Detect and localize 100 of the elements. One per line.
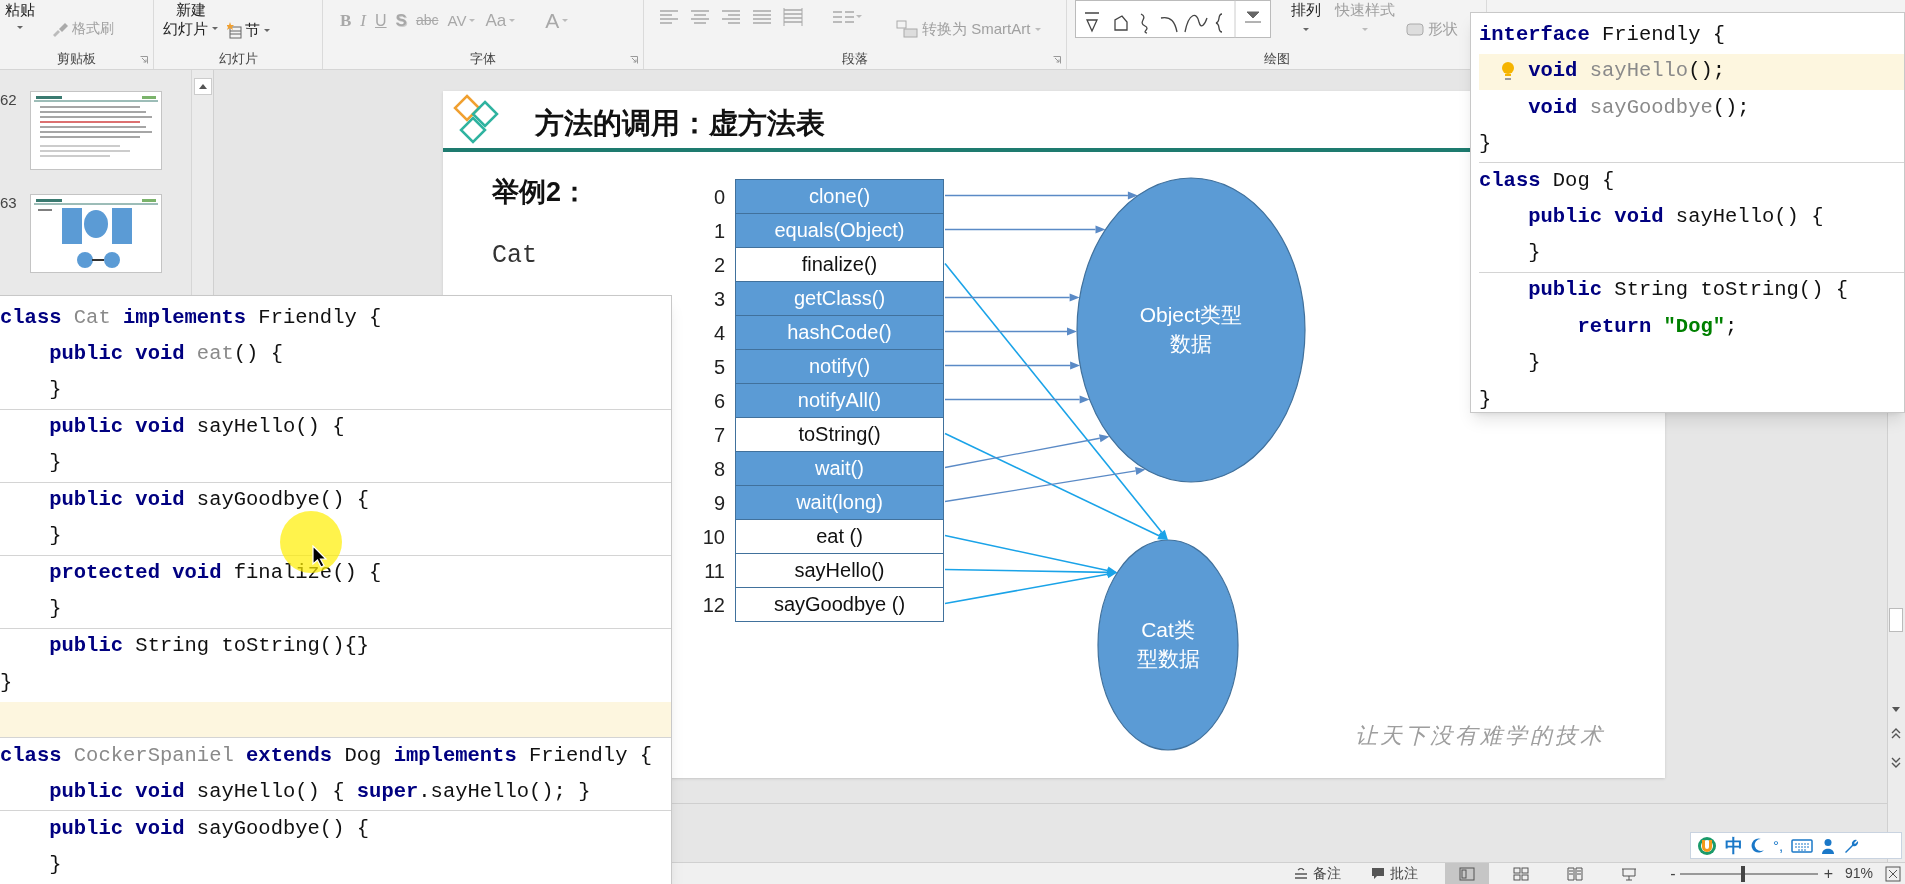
group-label: 字体	[470, 51, 496, 67]
section-button[interactable]: 节	[227, 19, 271, 42]
font-shadow-button[interactable]: S	[395, 8, 407, 34]
zoom-out-button[interactable]: -	[1670, 864, 1676, 883]
code-line: public void sayHello() {	[49, 414, 345, 441]
slideshow-view-icon[interactable]	[1621, 866, 1638, 881]
dialog-launcher-icon[interactable]	[630, 56, 638, 64]
previous-slide-button[interactable]	[1889, 726, 1903, 740]
row-index: 0	[712, 184, 725, 209]
group-label: 幻灯片	[218, 51, 258, 67]
code-line: protected void finalize() {	[49, 560, 382, 587]
row-index: 9	[712, 490, 725, 515]
row-index: 10	[701, 524, 725, 549]
row-index: 3	[712, 286, 725, 311]
font-italic-button[interactable]: I	[360, 8, 366, 34]
input-method-logo-icon[interactable]	[1697, 835, 1717, 856]
row-index: 11	[703, 558, 725, 583]
code-line: }	[1479, 130, 1492, 157]
sorter-view-icon[interactable]	[1513, 866, 1530, 881]
lightbulb-icon[interactable]	[1501, 60, 1515, 83]
new-slide-button[interactable]: 新建 幻灯片	[163, 0, 219, 38]
font-bold-button[interactable]: B	[340, 8, 352, 34]
code-line: void sayGoodbye();	[1528, 94, 1750, 121]
code-line: }	[49, 523, 62, 550]
font-strike-button[interactable]: abc	[415, 10, 439, 32]
dialog-launcher-icon[interactable]	[140, 56, 148, 64]
punctuation-mode[interactable]: °,	[1773, 836, 1784, 855]
shapes-gallery[interactable]	[1075, 0, 1271, 38]
method-cell: toString()	[735, 416, 944, 452]
font-case-button[interactable]: Aa	[485, 8, 517, 34]
scroll-thumb[interactable]	[1889, 608, 1903, 632]
wrench-icon[interactable]	[1843, 837, 1860, 854]
code-line: }	[49, 377, 62, 404]
method-cell: notifyAll()	[735, 382, 944, 418]
slide-number: 63	[0, 194, 18, 212]
format-painter-button[interactable]: 格式刷	[51, 18, 114, 39]
quick-styles-button[interactable]: 快速样式	[1335, 1, 1395, 32]
notes-button[interactable]: 备注	[1294, 863, 1342, 884]
zoom-slider-thumb[interactable]	[1741, 865, 1746, 882]
method-cell: equals(Object)	[735, 212, 944, 248]
section-icon	[227, 21, 242, 39]
dialog-launcher-icon[interactable]	[1053, 56, 1061, 64]
method-cell: notify()	[735, 348, 944, 384]
ellipse-label: Object类型 数据	[1139, 302, 1243, 357]
distributed-icon[interactable]	[783, 8, 803, 26]
font-underline-button[interactable]: U	[375, 8, 387, 33]
paste-button[interactable]: 粘贴	[5, 1, 35, 30]
method-cell: sayGoodbye ()	[735, 586, 944, 622]
method-cell: eat ()	[735, 518, 944, 554]
input-mode[interactable]: 中	[1725, 835, 1743, 856]
slogan-text: 让天下没有难学的技术	[1355, 722, 1605, 750]
fit-to-window-icon[interactable]	[1885, 865, 1901, 882]
ellipse-label: Cat类 型数据	[1136, 617, 1200, 672]
caret-icon	[1302, 27, 1310, 32]
method-cell: getClass()	[735, 280, 944, 316]
columns-icon[interactable]	[832, 9, 862, 25]
zoom-in-button[interactable]: +	[1823, 864, 1833, 883]
comment-icon	[1371, 867, 1386, 880]
font-spacing-button[interactable]: AV	[447, 9, 477, 32]
align-center-icon[interactable]	[690, 9, 710, 25]
font-color-button[interactable]: A	[545, 5, 570, 37]
comments-button[interactable]: 批注	[1371, 863, 1419, 884]
slide-thumbnail[interactable]	[30, 91, 162, 170]
align-right-icon[interactable]	[721, 9, 741, 25]
scroll-up-button[interactable]	[194, 78, 212, 95]
group-label: 绘图	[1263, 51, 1290, 67]
shape-effects-button[interactable]: 形状	[1405, 18, 1458, 41]
align-left-icon[interactable]	[659, 9, 679, 25]
code-line: public String toString(){}	[49, 633, 370, 660]
code-line: public void sayHello() {	[1528, 204, 1824, 231]
slide-title: 方法的调用：虚方法表	[535, 106, 825, 141]
arrange-button[interactable]: 排列	[1291, 1, 1321, 32]
caret-icon	[468, 18, 477, 24]
slide-thumbnail[interactable]	[30, 194, 162, 273]
code-line: class CockerSpaniel extends Dog implements Friendly {	[0, 742, 653, 769]
code-line: }	[49, 596, 62, 623]
method-cell: clone()	[735, 178, 944, 214]
code-line: public void sayHello() { super.sayHello(); }	[49, 778, 591, 805]
next-slide-button[interactable]	[1889, 756, 1903, 770]
code-line: public void eat() {	[49, 341, 283, 368]
notes-icon	[1294, 867, 1309, 880]
convert-smartart-button[interactable]: 转换为 SmartArt	[896, 18, 1043, 41]
justify-icon[interactable]	[752, 9, 772, 25]
row-index: 12	[701, 592, 725, 617]
code-line: }	[0, 669, 13, 696]
row-index: 5	[712, 354, 725, 379]
normal-view-icon[interactable]	[1459, 866, 1476, 881]
code-line: interface Friendly {	[1479, 21, 1726, 48]
user-icon[interactable]	[1821, 837, 1836, 854]
caret-icon	[1034, 26, 1043, 32]
group-label: 剪贴板	[57, 51, 96, 67]
code-line: public void sayGoodbye() {	[49, 487, 370, 514]
keyboard-icon[interactable]	[1791, 838, 1814, 853]
moon-icon[interactable]	[1751, 837, 1765, 854]
code-line: }	[49, 450, 62, 477]
caret-icon	[561, 18, 570, 24]
view-normal-button[interactable]	[1445, 862, 1490, 884]
caret-icon	[508, 18, 517, 24]
code-line: }	[1479, 386, 1492, 413]
reading-view-icon[interactable]	[1567, 866, 1584, 881]
